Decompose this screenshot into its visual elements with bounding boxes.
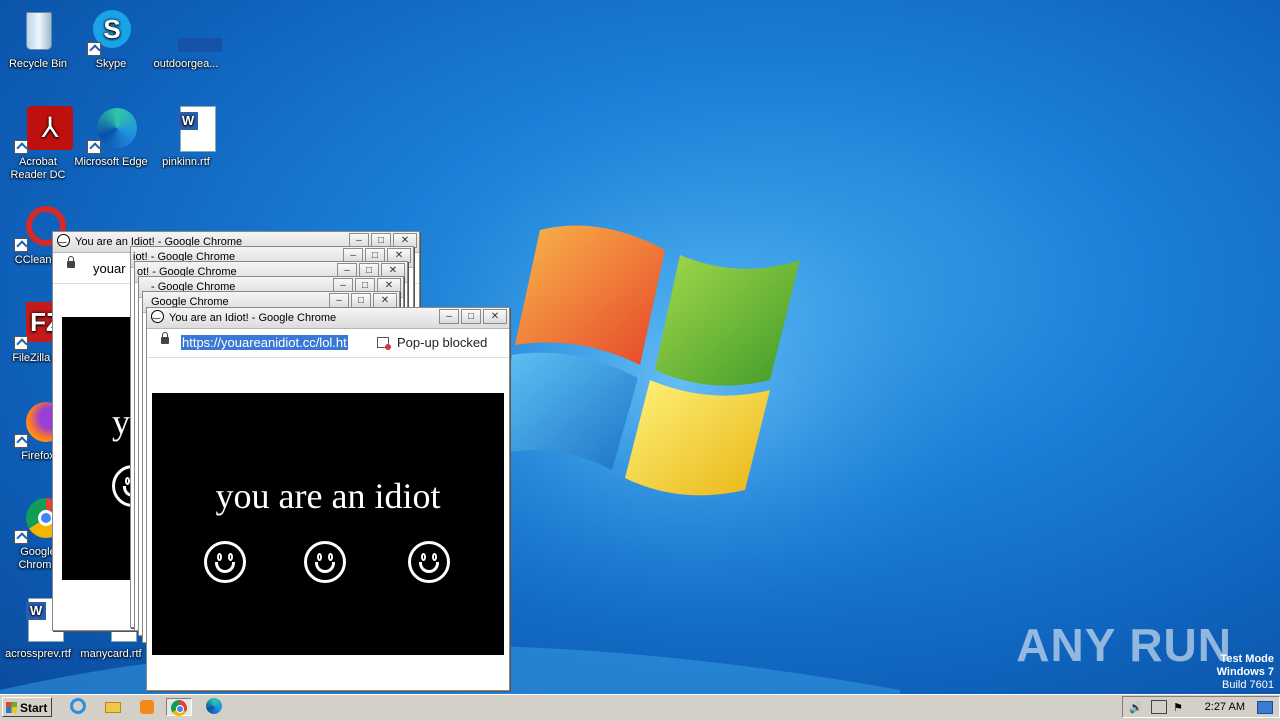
watermark-line-1: Test Mode	[1220, 653, 1274, 665]
desktop-icon-label: Recycle Bin	[8, 58, 68, 70]
desktop-icon-recycle-bin[interactable]: Recycle Bin	[0, 8, 76, 71]
desktop-icon-pinkinn[interactable]: W pinkinn.rtf	[148, 106, 224, 169]
shortcut-arrow-icon	[14, 140, 28, 154]
network-icon[interactable]	[1151, 700, 1167, 714]
volume-icon[interactable]: 🔊	[1129, 701, 1143, 714]
edge-icon	[87, 106, 137, 154]
desktop-icon-label: Acrobat Reader DC	[10, 156, 66, 181]
edge-taskbar-icon[interactable]	[206, 698, 224, 716]
address-bar[interactable]: https://youareanidiot.cc/lol.ht Pop-up b…	[147, 329, 509, 358]
desktop-icon-label: outdoorgea...	[153, 58, 219, 70]
shortcut-arrow-icon	[14, 336, 28, 350]
anyrun-logo: ANY RUN	[1016, 619, 1232, 671]
minimize-button[interactable]: –	[439, 309, 459, 324]
clock[interactable]: 2:27 AM	[1205, 701, 1245, 713]
explorer-folder-icon[interactable]	[104, 698, 122, 716]
minimize-button[interactable]: –	[329, 293, 349, 308]
shortcut-arrow-icon	[87, 140, 101, 154]
desktop-icon-label: pinkinn.rtf	[162, 156, 210, 168]
watermark-line-3: Build 7601	[1222, 679, 1274, 691]
browser-window-front[interactable]: You are an Idiot! - Google Chrome – □ ✕ …	[146, 307, 510, 691]
ie-icon[interactable]	[70, 698, 88, 716]
action-center-flag-icon[interactable]: ⚑	[1173, 701, 1183, 714]
smiley-favicon-icon	[57, 233, 70, 247]
popup-blocked-icon[interactable]	[377, 337, 391, 350]
maximize-button[interactable]: □	[461, 309, 481, 324]
maximize-button[interactable]: □	[351, 293, 371, 308]
idiot-text: you are an idiot	[215, 476, 441, 516]
title-bar[interactable]: You are an Idiot! - Google Chrome – □ ✕	[147, 308, 509, 329]
document-icon	[162, 8, 222, 56]
desktop-icon-acrobat[interactable]: ⅄ Acrobat Reader DC	[0, 106, 76, 182]
shortcut-arrow-icon	[14, 238, 28, 252]
desktop-icon-label: Microsoft Edge	[74, 156, 148, 168]
system-tray: 🔊 ⚑ 2:27 AM	[1122, 696, 1280, 718]
smiley-face-icon	[204, 541, 246, 583]
skype-icon: S	[87, 8, 135, 56]
desktop-icon-edge[interactable]: Microsoft Edge	[73, 106, 149, 169]
window-title: You are an Idiot! - Google Chrome	[169, 312, 337, 324]
popup-blocked-label[interactable]: Pop-up blocked	[397, 335, 487, 350]
smiley-face-icon	[408, 541, 450, 583]
chrome-taskbar-icon[interactable]	[166, 698, 192, 716]
desktop-icon-skype[interactable]: S Skype	[73, 8, 149, 71]
start-label: Start	[20, 701, 48, 715]
acrobat-icon: ⅄	[14, 106, 73, 154]
test-mode-watermark: Test Mode Windows 7 Build 7601	[1217, 653, 1274, 692]
start-button[interactable]: Start	[2, 697, 52, 717]
url-text[interactable]: https://youareanidiot.cc/lol.ht	[181, 335, 348, 350]
smiley-favicon-icon	[151, 309, 164, 323]
shortcut-arrow-icon	[14, 434, 28, 448]
desktop-icon-label: manycard.rtf	[80, 648, 142, 660]
close-button[interactable]: ✕	[373, 293, 397, 308]
lock-icon	[67, 256, 75, 268]
windows-flag-icon	[6, 702, 17, 713]
shortcut-arrow-icon	[87, 42, 101, 56]
recycle-bin-icon	[14, 8, 62, 56]
close-button[interactable]: ✕	[483, 309, 507, 324]
smiley-face-icon	[304, 541, 346, 583]
watermark-line-2: Windows 7	[1216, 666, 1274, 678]
taskbar: Start 🔊 ⚑ 2:27 AM	[0, 694, 1280, 721]
shortcut-arrow-icon	[14, 530, 28, 544]
show-desktop-icon[interactable]	[1257, 701, 1273, 714]
desktop-icon-label: Skype	[95, 58, 127, 70]
lock-icon	[161, 332, 169, 344]
desktop-icon-outdoorgear[interactable]: outdoorgea...	[148, 8, 224, 71]
page-content: you are an idiot	[152, 393, 504, 655]
url-text: youar	[93, 261, 126, 276]
desktop-icon-label: acrossprev.rtf	[5, 648, 71, 660]
media-player-icon[interactable]	[138, 698, 156, 716]
word-document-icon: W	[162, 106, 216, 154]
